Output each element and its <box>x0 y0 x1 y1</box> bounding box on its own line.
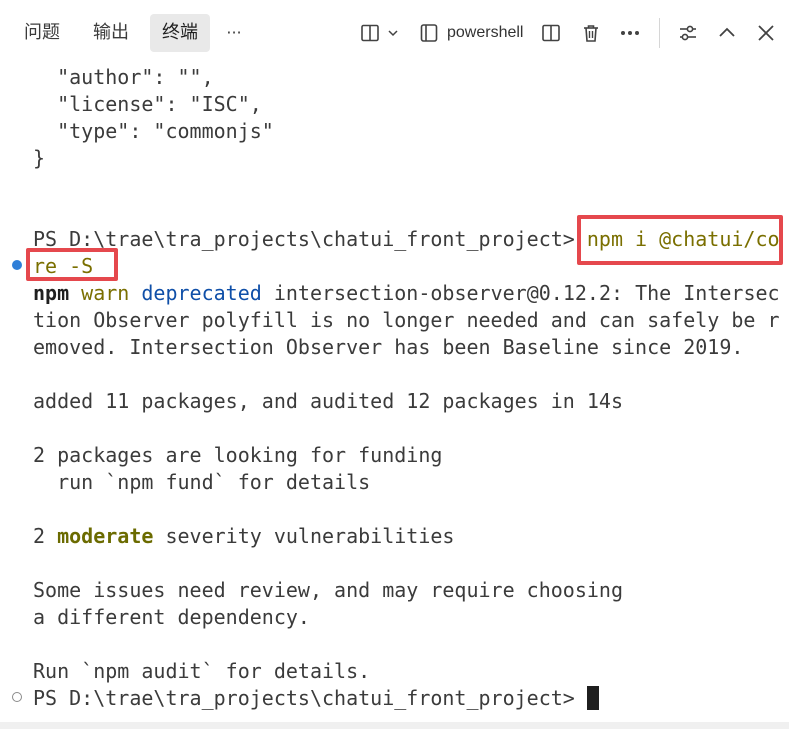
shell-icon[interactable] <box>414 18 444 48</box>
prompt-line: PS D:\trae\tra_projects\chatui_front_pro… <box>33 685 599 712</box>
terminal-line: "author": "", <box>33 65 214 89</box>
vuln-text: severity vulnerabilities <box>153 524 455 548</box>
moderate-label: moderate <box>57 524 154 548</box>
tab-more[interactable]: ··· <box>220 14 248 52</box>
panel-header: 问题 输出 终端 ··· powershell <box>0 0 789 64</box>
vulnerability-line: 2 moderate severity vulnerabilities <box>33 523 454 550</box>
command-empty-dot[interactable] <box>12 692 22 702</box>
warn-label: warn <box>81 281 130 305</box>
terminal-line: a different dependency. <box>33 605 310 629</box>
terminal-line: added 11 packages, and audited 12 packag… <box>33 389 624 413</box>
terminal-line: Run `npm audit` for details. <box>33 659 371 683</box>
warning-text: intersection-observer@0.12.2: The Inters… <box>261 281 780 305</box>
terminal-line: "license": "ISC", <box>33 92 262 116</box>
tune-icon[interactable] <box>673 18 703 48</box>
tab-terminal[interactable]: 终端 <box>150 14 210 52</box>
split-editor-icon[interactable] <box>536 18 566 48</box>
warning-line: emoved. Intersection Observer has been B… <box>33 335 744 359</box>
highlight-box <box>26 248 118 281</box>
more-icon[interactable] <box>615 18 645 48</box>
command-success-dot[interactable] <box>12 260 22 270</box>
terminal-line: Some issues need review, and may require… <box>33 578 624 602</box>
bottom-edge <box>0 722 789 729</box>
terminal-output[interactable]: "author": "", "license": "ISC", "type": … <box>0 64 789 722</box>
terminal-scrollbar[interactable] <box>781 64 789 722</box>
npm-label: npm <box>33 281 70 305</box>
trash-icon[interactable] <box>576 18 606 48</box>
close-icon[interactable] <box>751 18 781 48</box>
tab-problems[interactable]: 问题 <box>14 14 70 52</box>
tab-output[interactable]: 输出 <box>83 14 139 52</box>
chevron-down-icon[interactable] <box>381 18 405 48</box>
shell-name-label[interactable]: powershell <box>447 22 523 44</box>
terminal-line: 2 packages are looking for funding <box>33 443 443 467</box>
terminal-line: "type": "commonjs" <box>33 119 274 143</box>
prompt: PS D:\trae\tra_projects\chatui_front_pro… <box>33 686 587 710</box>
vuln-count: 2 <box>33 524 58 548</box>
terminal-cursor <box>586 686 599 710</box>
toolbar-separator <box>659 18 660 48</box>
deprecated-label: deprecated <box>141 281 262 305</box>
warning-line: npm warn deprecated intersection-observe… <box>33 280 780 307</box>
warning-line: tion Observer polyfill is no longer need… <box>33 308 780 332</box>
highlight-box <box>577 215 783 265</box>
terminal-line: run `npm fund` for details <box>33 470 371 494</box>
terminal-line: } <box>33 146 46 170</box>
chevron-up-icon[interactable] <box>712 18 742 48</box>
